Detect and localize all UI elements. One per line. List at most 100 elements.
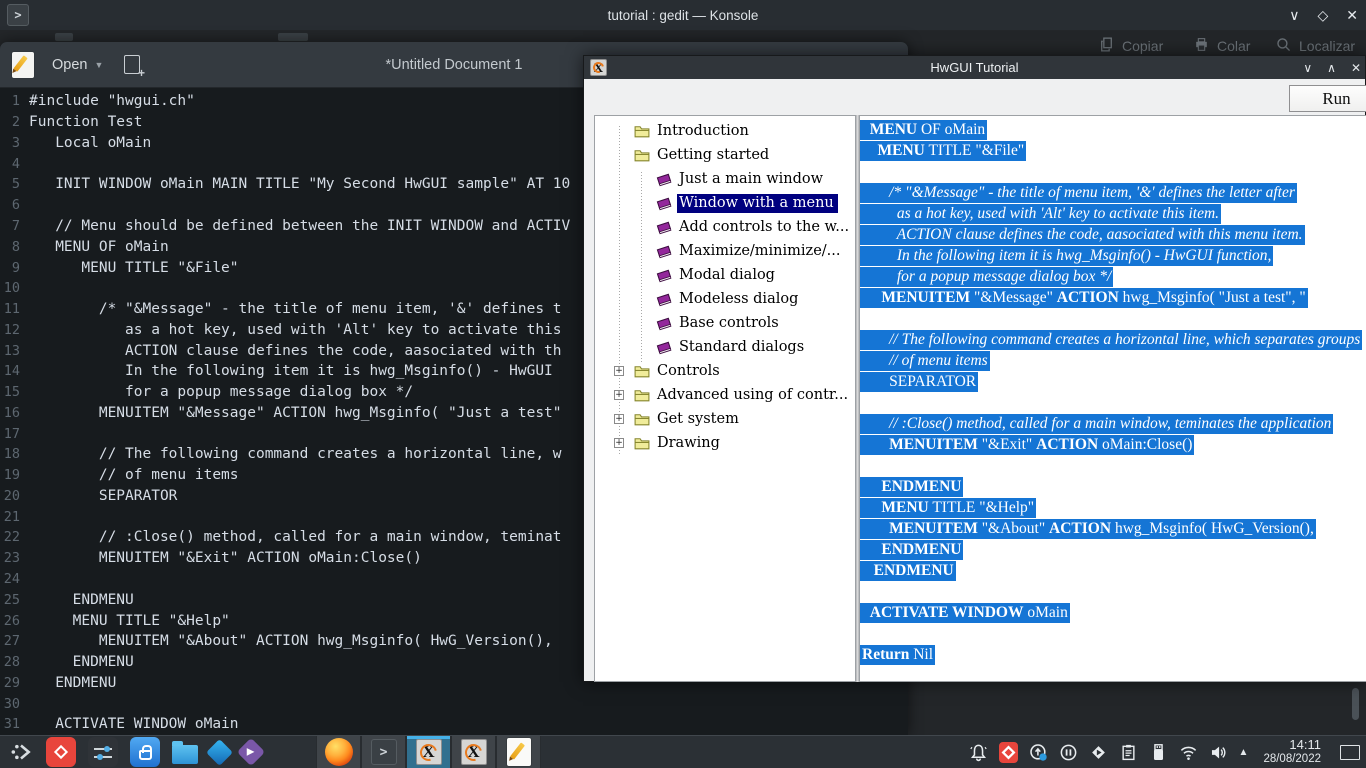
dolphin-button[interactable] <box>172 741 198 764</box>
doc-line-selected[interactable]: /* "&Message" - the title of menu item, … <box>860 182 1366 203</box>
line-number: 24 <box>0 571 20 587</box>
pause-icon[interactable] <box>1059 743 1078 762</box>
line-number: 27 <box>0 633 20 649</box>
system-settings-button[interactable] <box>88 737 118 767</box>
doc-line-selected[interactable]: ACTION clause defines the code, aasociat… <box>860 224 1366 245</box>
doc-line-selected[interactable]: // of menu items <box>860 350 1366 371</box>
konsole-tool-label: Localizar <box>1299 38 1355 54</box>
tree-item-label: Introduction <box>655 122 753 141</box>
tree-item-base-controls[interactable]: Base controls <box>595 311 855 335</box>
minimize-icon[interactable]: ∨ <box>1289 7 1299 24</box>
tree-item-label: Modeless dialog <box>677 290 802 309</box>
task-konsole[interactable]: > <box>361 736 406 768</box>
doc-line-selected[interactable]: MENUITEM "&Exit" ACTION oMain:Close() <box>860 434 1366 455</box>
notifications-bell-icon[interactable] <box>969 743 988 762</box>
doc-line-selected[interactable]: MENU TITLE "&Help" <box>860 497 1366 518</box>
tree-item-window-with-a-menu[interactable]: Window with a menu <box>595 191 855 215</box>
doc-line-selected[interactable]: as a hot key, used with 'Alt' key to act… <box>860 203 1366 224</box>
book-icon <box>655 219 673 236</box>
usb-device-icon[interactable] <box>1149 743 1168 762</box>
doc-line-selected[interactable]: for a popup message dialog box */ <box>860 266 1366 287</box>
doc-line-selected[interactable]: MENUITEM "&Message" ACTION hwg_Msginfo( … <box>860 287 1366 308</box>
line-number: 1 <box>0 93 20 109</box>
app-launcher-button[interactable] <box>8 739 34 765</box>
tree-item-introduction[interactable]: Introduction <box>595 119 855 143</box>
code-line[interactable]: 31 ACTIVATE WINDOW oMain <box>0 714 908 735</box>
doc-line-selected[interactable]: SEPARATOR <box>860 371 1366 392</box>
discover-button[interactable] <box>130 737 160 767</box>
tree-item-maximize-minimize[interactable]: Maximize/minimize/... <box>595 239 855 263</box>
kodi-button[interactable] <box>210 743 229 762</box>
doc-line-blank[interactable] <box>860 623 1366 644</box>
close-icon[interactable]: ✕ <box>1351 61 1361 75</box>
doc-line-selected[interactable]: ENDMENU <box>860 539 1366 560</box>
show-desktop-button[interactable] <box>1340 745 1360 760</box>
diamond-play-icon[interactable] <box>1089 743 1108 762</box>
clock[interactable]: 14:1128/08/2022 <box>1263 738 1321 766</box>
konsole-scrollbar[interactable] <box>1352 688 1359 720</box>
line-number: 15 <box>0 384 20 400</box>
tutorial-tree[interactable]: Introduction Getting startedJust a main w… <box>594 115 856 682</box>
doc-line-selected[interactable]: ENDMENU <box>860 560 1366 581</box>
tray-expand-icon[interactable]: ▲ <box>1239 747 1249 758</box>
doc-line-selected[interactable]: // The following command creates a horiz… <box>860 329 1366 350</box>
doc-line-blank[interactable] <box>860 392 1366 413</box>
maximize-icon[interactable]: ◇ <box>1317 7 1328 24</box>
expand-plus-icon[interactable]: + <box>614 414 624 424</box>
task-firefox[interactable] <box>316 736 361 768</box>
tree-item-drawing[interactable]: +Drawing <box>595 431 855 455</box>
line-number: 31 <box>0 716 20 732</box>
doc-line-blank[interactable] <box>860 308 1366 329</box>
tutorial-code-view[interactable]: MENU OF oMain MENU TITLE "&File" /* "&Me… <box>859 115 1366 682</box>
doc-line-selected[interactable]: MENU OF oMain <box>860 119 1366 140</box>
konsole-tool-copiar[interactable]: Copiar <box>1098 36 1163 56</box>
hwgui-titlebar[interactable]: X HwGUI Tutorial ∨ ∧ ✕ <box>584 56 1365 79</box>
anydesk-button[interactable] <box>46 737 76 767</box>
line-number: 14 <box>0 363 20 379</box>
volume-icon[interactable] <box>1209 743 1228 762</box>
minimize-icon[interactable]: ∨ <box>1303 61 1312 75</box>
book-icon <box>655 195 673 212</box>
maximize-icon[interactable]: ∧ <box>1327 61 1336 75</box>
tree-item-standard-dialogs[interactable]: Standard dialogs <box>595 335 855 359</box>
mediaplayer-button[interactable]: ▶ <box>241 742 261 762</box>
expand-plus-icon[interactable]: + <box>614 438 624 448</box>
folder-icon <box>633 411 651 428</box>
doc-line-selected[interactable]: Return Nil <box>860 644 1366 665</box>
expand-plus-icon[interactable]: + <box>614 390 624 400</box>
line-number: 7 <box>0 218 20 234</box>
konsole-tool-colar[interactable]: Colar <box>1193 36 1250 56</box>
task-hwgui-app[interactable]: X <box>451 736 496 768</box>
doc-line-blank[interactable] <box>860 161 1366 182</box>
tree-item-just-a-main-window[interactable]: Just a main window <box>595 167 855 191</box>
code-line[interactable]: 30 <box>0 693 908 714</box>
doc-line-selected[interactable]: // :Close() method, called for a main wi… <box>860 413 1366 434</box>
anydesk-tray-icon[interactable] <box>999 743 1018 762</box>
wifi-icon[interactable] <box>1179 743 1198 762</box>
tree-item-modal-dialog[interactable]: Modal dialog <box>595 263 855 287</box>
run-button[interactable]: Run <box>1289 85 1366 112</box>
doc-line-selected[interactable]: MENU TITLE "&File" <box>860 140 1366 161</box>
doc-line-blank[interactable] <box>860 455 1366 476</box>
doc-line-selected[interactable]: ACTIVATE WINDOW oMain <box>860 602 1366 623</box>
clipboard-icon[interactable] <box>1119 743 1138 762</box>
updates-icon[interactable] <box>1029 743 1048 762</box>
task-hwgui-app-active[interactable]: X <box>406 736 451 768</box>
expand-plus-icon[interactable]: + <box>614 366 624 376</box>
tree-item-label: Add controls to the w... <box>677 218 853 237</box>
konsole-icon: > <box>371 739 397 765</box>
tree-item-get-system[interactable]: +Get system <box>595 407 855 431</box>
konsole-titlebar[interactable]: > tutorial : gedit — Konsole ∨ ◇ ✕ <box>0 0 1366 30</box>
tree-item-modeless-dialog[interactable]: Modeless dialog <box>595 287 855 311</box>
doc-line-selected[interactable]: ENDMENU <box>860 476 1366 497</box>
tree-item-getting-started[interactable]: Getting started <box>595 143 855 167</box>
konsole-tool-localizar[interactable]: Localizar <box>1275 36 1355 56</box>
doc-line-selected[interactable]: In the following item it is hwg_Msginfo(… <box>860 245 1366 266</box>
tree-item-advanced-using-of-contr[interactable]: +Advanced using of contr... <box>595 383 855 407</box>
doc-line-selected[interactable]: MENUITEM "&About" ACTION hwg_Msginfo( Hw… <box>860 518 1366 539</box>
tree-item-add-controls-to-the-w[interactable]: Add controls to the w... <box>595 215 855 239</box>
tree-item-controls[interactable]: +Controls <box>595 359 855 383</box>
doc-line-blank[interactable] <box>860 581 1366 602</box>
task-gedit[interactable] <box>496 736 541 768</box>
close-icon[interactable]: ✕ <box>1346 7 1358 24</box>
